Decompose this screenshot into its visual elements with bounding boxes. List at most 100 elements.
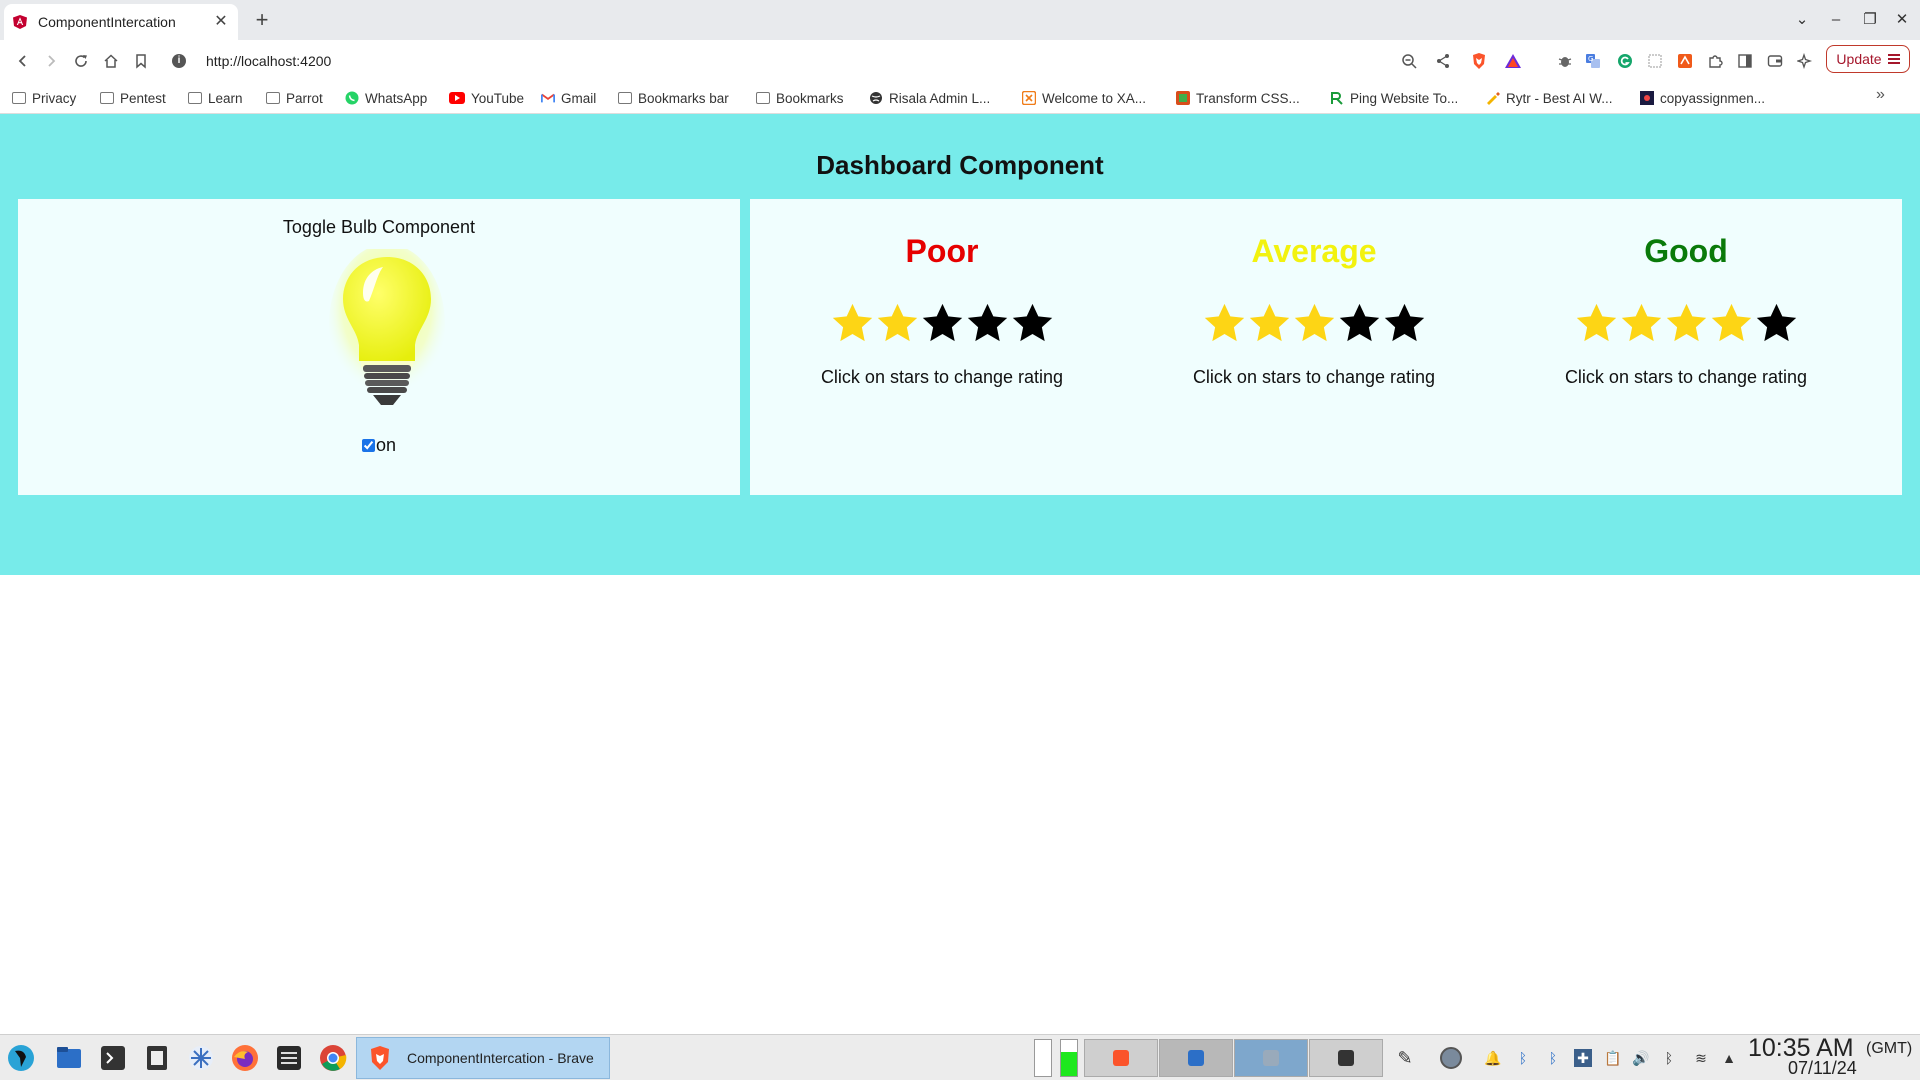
bookmark-item[interactable]: Rytr - Best AI W... — [1486, 89, 1613, 107]
star-icon[interactable] — [920, 301, 965, 346]
star-icon[interactable] — [1382, 301, 1427, 346]
network-manager-icon[interactable]: ✚ — [1574, 1049, 1592, 1067]
gmail-icon — [541, 93, 555, 103]
bulb-checkbox[interactable] — [361, 439, 375, 452]
close-window-icon[interactable]: ✕ — [1890, 8, 1914, 32]
brave-shields-icon[interactable] — [1470, 52, 1488, 70]
bookmark-item[interactable]: Welcome to XA... — [1022, 89, 1146, 107]
star-icon[interactable] — [1574, 301, 1619, 346]
sidebar-icon[interactable] — [1736, 52, 1754, 70]
bookmark-item[interactable]: Risala Admin L... — [869, 89, 990, 107]
settings-app-icon[interactable] — [186, 1043, 216, 1073]
bookmark-item[interactable]: Bookmarks — [756, 89, 844, 107]
tab-search-icon[interactable]: ⌄ — [1790, 8, 1814, 32]
svg-text:G: G — [1588, 55, 1593, 63]
star-icon[interactable] — [1247, 301, 1292, 346]
bookmark-label: Pentest — [120, 90, 166, 106]
browser-tab[interactable]: ComponentIntercation ✕ — [4, 4, 238, 40]
firefox-icon[interactable] — [230, 1043, 260, 1073]
new-tab-button[interactable]: + — [248, 6, 276, 34]
volume-icon[interactable]: 🔊 — [1632, 1049, 1650, 1067]
file-manager-icon[interactable] — [54, 1043, 84, 1073]
star-icon[interactable] — [1619, 301, 1664, 346]
terminal-icon[interactable] — [98, 1043, 128, 1073]
zoom-icon[interactable] — [1400, 52, 1418, 70]
bookmark-label: Ping Website To... — [1350, 90, 1459, 106]
bookmark-item[interactable]: Pentest — [100, 89, 166, 107]
bookmark-item[interactable]: copyassignmen... — [1640, 89, 1765, 107]
extension-grid-icon[interactable] — [1646, 52, 1664, 70]
folder-icon — [188, 92, 202, 104]
address-bar[interactable]: i http://localhost:4200 — [168, 46, 1458, 76]
bookmark-label: copyassignmen... — [1660, 90, 1766, 106]
more-bookmarks-icon[interactable]: » — [1876, 86, 1885, 104]
bluetooth-alt-icon[interactable]: ᛒ — [1544, 1049, 1562, 1067]
star-icon[interactable] — [875, 301, 920, 346]
rating-card: Poor Click on stars to change rating Ave… — [750, 199, 1902, 495]
star-icon[interactable] — [965, 301, 1010, 346]
workspace-3[interactable] — [1234, 1039, 1308, 1077]
parrot-menu-icon[interactable] — [6, 1043, 36, 1073]
color-picker-icon[interactable]: ✎ — [1396, 1049, 1414, 1067]
bookmark-item[interactable]: Bookmarks bar — [618, 89, 729, 107]
reload-icon[interactable] — [68, 48, 94, 74]
extension-bug-icon[interactable] — [1556, 52, 1574, 70]
extensions-puzzle-icon[interactable] — [1706, 52, 1724, 70]
tray-expand-icon[interactable]: ▲ — [1720, 1049, 1738, 1067]
close-tab-icon[interactable]: ✕ — [212, 13, 230, 31]
star-icon[interactable] — [1754, 301, 1799, 346]
restore-icon[interactable]: ❐ — [1858, 8, 1882, 32]
bookmark-icon[interactable] — [128, 48, 154, 74]
site-info-icon[interactable]: i — [172, 54, 186, 68]
clipboard-icon[interactable]: 📋 — [1604, 1049, 1622, 1067]
text-editor-icon[interactable] — [142, 1043, 172, 1073]
update-button[interactable]: Update — [1826, 45, 1910, 73]
folder-icon — [12, 92, 26, 104]
minimize-icon[interactable]: – — [1824, 8, 1848, 32]
rating-hint: Click on stars to change rating — [1192, 367, 1436, 387]
translate-icon[interactable]: G — [1584, 52, 1602, 70]
back-icon[interactable] — [10, 48, 36, 74]
system-monitor-icon[interactable] — [274, 1043, 304, 1073]
tab-strip: ComponentIntercation ✕ + ⌄ – ❐ ✕ — [0, 0, 1920, 40]
bookmark-item[interactable]: Learn — [188, 89, 243, 107]
status-circle-icon[interactable] — [1440, 1047, 1462, 1069]
clock-date[interactable]: 07/11/24 — [1788, 1058, 1857, 1079]
bookmark-item[interactable]: Parrot — [266, 89, 323, 107]
share-icon[interactable] — [1434, 52, 1452, 70]
lightbulb-icon — [329, 249, 445, 405]
rating-label: Good — [1644, 233, 1728, 269]
bookmark-item[interactable]: WhatsApp — [345, 89, 427, 107]
bookmark-label: Welcome to XA... — [1042, 90, 1147, 106]
taskbar-window-brave[interactable]: ComponentIntercation - Brave — [356, 1037, 610, 1079]
star-icon[interactable] — [1709, 301, 1754, 346]
bookmark-item[interactable]: Ping Website To... — [1330, 89, 1458, 107]
bookmark-item[interactable]: Transform CSS... — [1176, 89, 1300, 107]
star-icon[interactable] — [1010, 301, 1055, 346]
extension-orange-icon[interactable] — [1676, 52, 1694, 70]
leo-ai-icon[interactable] — [1796, 52, 1814, 70]
bluetooth-icon[interactable]: ᛒ — [1514, 1049, 1532, 1067]
workspace-4[interactable] — [1309, 1039, 1383, 1077]
workspace-2[interactable] — [1159, 1039, 1233, 1077]
chrome-icon[interactable] — [318, 1043, 348, 1073]
home-icon[interactable] — [98, 48, 124, 74]
workspace-1[interactable] — [1084, 1039, 1158, 1077]
forward-icon[interactable] — [38, 48, 64, 74]
star-icon[interactable] — [1337, 301, 1382, 346]
brave-rewards-icon[interactable] — [1504, 52, 1522, 70]
bookmarks-bar: Privacy Pentest Learn Parrot WhatsApp Yo… — [0, 82, 1920, 114]
grammarly-icon[interactable] — [1616, 52, 1634, 70]
star-icon[interactable] — [1664, 301, 1709, 346]
bookmark-item[interactable]: Gmail — [541, 89, 596, 107]
rytr-icon — [1487, 92, 1500, 105]
bookmark-item[interactable]: YouTube — [449, 89, 524, 107]
star-icon[interactable] — [1202, 301, 1247, 346]
bluetooth-tray-icon[interactable]: ᛒ — [1660, 1049, 1678, 1067]
star-icon[interactable] — [1292, 301, 1337, 346]
notifications-icon[interactable]: 🔔 — [1484, 1049, 1502, 1067]
wallet-icon[interactable] — [1766, 52, 1784, 70]
wifi-icon[interactable]: ≋ — [1692, 1049, 1710, 1067]
bookmark-item[interactable]: Privacy — [12, 89, 76, 107]
star-icon[interactable] — [830, 301, 875, 346]
